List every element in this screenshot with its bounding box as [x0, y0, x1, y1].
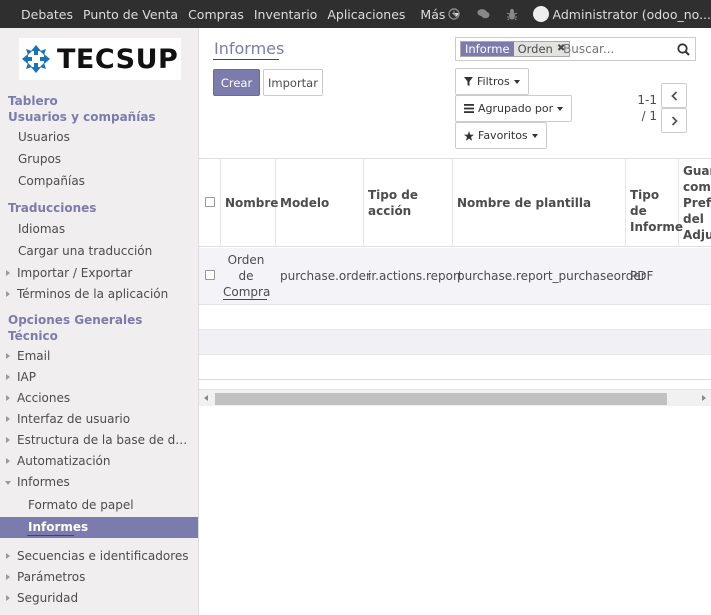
menu-debates[interactable]: Debates [16, 7, 78, 22]
sidebar-item-automatizacion[interactable]: Automatización [0, 451, 198, 472]
search-input[interactable] [563, 41, 663, 57]
scrollbar-thumb[interactable] [215, 393, 667, 405]
column-divider [625, 159, 626, 247]
sidebar-item-secuencias[interactable]: Secuencias e identificadores [0, 546, 198, 567]
sidebar-section-tablero[interactable]: Tablero [8, 93, 58, 109]
chevron-right-icon [671, 115, 678, 126]
logo-text: TECSUP [57, 43, 179, 75]
pager-range: 1-1 [637, 93, 657, 107]
cell-modelo: purchase.order [280, 269, 371, 283]
sidebar-item-interfaz[interactable]: Interfaz de usuario [0, 409, 198, 430]
annotation-underline-title [213, 59, 279, 60]
filter-icon [464, 77, 473, 86]
company-logo: TECSUP [19, 38, 181, 80]
scroll-left-icon[interactable] [204, 395, 208, 401]
sidebar-item-email[interactable]: Email [0, 346, 198, 367]
cell-tipo-accion: ir.actions.report [368, 269, 463, 283]
pager-next-button[interactable] [661, 108, 687, 133]
facet-value-label: Orden [517, 42, 553, 56]
column-header-tipo-informe[interactable]: Tipo de Informe [630, 187, 683, 235]
sidebar-section-tecnico[interactable]: Técnico [8, 328, 58, 344]
facet-value: Orden ✖ [513, 42, 570, 56]
empty-row [199, 354, 711, 380]
chat-icon[interactable] [476, 8, 490, 21]
chevron-left-icon [670, 90, 677, 101]
menu-compras[interactable]: Compras [183, 7, 249, 22]
column-header-plantilla[interactable]: Nombre de plantilla [457, 195, 591, 211]
row-checkbox[interactable] [205, 270, 215, 280]
menu-inventario[interactable]: Inventario [249, 7, 322, 22]
cell-plantilla: purchase.report_purchaseorder [457, 269, 646, 283]
chevron-down-icon [513, 79, 520, 84]
favorites-button[interactable]: Favoritos [455, 122, 547, 149]
horizontal-scrollbar[interactable] [199, 389, 711, 406]
column-divider [363, 159, 364, 247]
bug-icon[interactable] [506, 8, 519, 21]
column-header-modelo[interactable]: Modelo [280, 195, 329, 211]
avatar [532, 6, 549, 22]
empty-row [199, 304, 711, 329]
sidebar-item-importar-exportar[interactable]: Importar / Exportar [0, 263, 198, 284]
group-by-button[interactable]: Agrupado por [455, 95, 573, 122]
list-view: Nombre Modelo Tipo de acción Nombre de p… [199, 158, 711, 407]
sidebar-item-iap[interactable]: IAP [0, 367, 198, 388]
tecsup-logo-icon [22, 45, 50, 73]
sidebar-section-usuarios[interactable]: Usuarios y compañías [8, 109, 156, 125]
annotation-underline-sidebar [27, 535, 74, 536]
sidebar-item-cargar-traduccion[interactable]: Cargar una traducción [0, 241, 198, 262]
clock-icon[interactable] [448, 8, 461, 21]
sidebar-item-formato-papel[interactable]: Formato de papel [0, 495, 198, 516]
user-label: Administrator (odoo_no... [552, 6, 711, 22]
filters-button[interactable]: Filtros [455, 68, 529, 95]
cell-nombre: Orden de Compra [223, 253, 271, 299]
filters-label: Filtros [477, 75, 510, 88]
pager-previous-button[interactable] [661, 83, 687, 108]
sidebar-item-terminos[interactable]: Términos de la aplicación [0, 284, 198, 305]
main-menu: Debates Punto de Venta Compras Inventari… [16, 0, 465, 28]
scroll-right-icon[interactable] [702, 395, 706, 401]
search-icon[interactable] [675, 41, 691, 57]
sidebar-item-acciones[interactable]: Acciones [0, 388, 198, 409]
sidebar-item-estructura-bd[interactable]: Estructura de la base de d… [0, 430, 198, 451]
facet-category: Informe [461, 42, 514, 56]
sidebar-section-opciones-generales[interactable]: Opciones Generales [8, 312, 142, 328]
search-bar: Informe Orden ✖ [455, 37, 696, 61]
column-header-tipo-accion[interactable]: Tipo de acción [368, 187, 448, 219]
systray: Administrator (odoo_no... [440, 0, 711, 28]
sidebar-section-traducciones[interactable]: Traducciones [8, 200, 96, 216]
favorites-label: Favoritos [478, 129, 528, 142]
star-icon [464, 130, 474, 141]
menu-aplicaciones[interactable]: Aplicaciones [322, 7, 410, 22]
sidebar-item-usuarios[interactable]: Usuarios [0, 127, 198, 148]
user-menu[interactable]: Administrator (odoo_no... [532, 6, 711, 22]
sidebar-item-seguridad[interactable]: Seguridad [0, 588, 198, 609]
cell-tipo-informe: PDF [630, 269, 654, 283]
annotation-underline-row [223, 299, 267, 300]
group-by-label: Agrupado por [478, 102, 554, 115]
sidebar-item-parametros[interactable]: Parámetros [0, 567, 198, 588]
column-divider [220, 159, 221, 247]
create-button[interactable]: Crear [213, 69, 260, 96]
pager-value[interactable]: 1-1 / 1 [631, 92, 657, 124]
column-divider [452, 159, 453, 247]
pager-total: / 1 [641, 109, 658, 123]
sidebar-item-grupos[interactable]: Grupos [0, 149, 198, 170]
menu-punto-de-venta[interactable]: Punto de Venta [78, 7, 183, 22]
search-facet: Informe Orden ✖ [460, 41, 571, 57]
select-all-checkbox[interactable] [205, 197, 215, 207]
sidebar-item-idiomas[interactable]: Idiomas [0, 219, 198, 240]
top-navbar: Debates Punto de Venta Compras Inventari… [0, 0, 711, 28]
sidebar: TECSUP Tablero Usuarios y compañías Usua… [0, 28, 199, 615]
chevron-down-icon [531, 133, 538, 138]
sidebar-item-informes-group[interactable]: Informes [0, 472, 198, 493]
bars-icon [464, 104, 474, 113]
column-header-nombre[interactable]: Nombre [225, 195, 278, 211]
import-button[interactable]: Importar [263, 69, 323, 96]
empty-row [199, 329, 711, 354]
chevron-down-icon [557, 106, 564, 111]
page-title: Informes [214, 39, 285, 58]
column-header-prefijo-adjunto[interactable]: Guardar como Prefijo del Adjunto [683, 163, 711, 243]
sidebar-item-companias[interactable]: Compañías [0, 171, 198, 192]
